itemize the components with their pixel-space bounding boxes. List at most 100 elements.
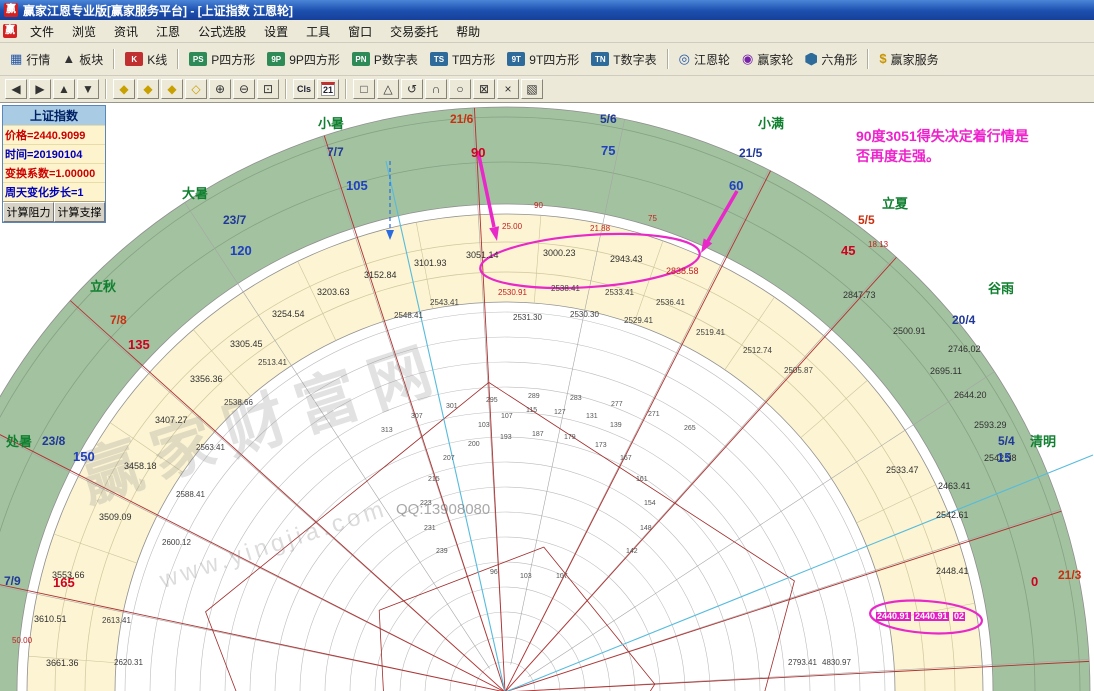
calc-support-button[interactable]: 计算支撑 xyxy=(54,202,105,222)
p-square-label: P四方形 xyxy=(211,51,255,68)
wheel-label: 5/4 xyxy=(998,435,1015,447)
gann-diamond-1-icon: ◆ xyxy=(119,82,128,96)
menu-item-3[interactable]: 江恩 xyxy=(147,21,189,42)
menu-item-7[interactable]: 窗口 xyxy=(339,21,381,42)
wheel-label: 25.00 xyxy=(502,223,522,231)
delete-tool-icon: ⊠ xyxy=(479,82,489,96)
kline-button[interactable]: KK线 xyxy=(119,47,173,72)
wheel-label: 103 xyxy=(478,422,490,429)
quotes-button[interactable]: ▦行情 xyxy=(4,47,56,72)
9t-square-button[interactable]: 9T 9T四方形 xyxy=(501,47,585,72)
wheel-label: 3509.09 xyxy=(99,513,132,522)
cls-button[interactable]: Cls xyxy=(293,79,315,99)
wheel-label: 3407.27 xyxy=(155,416,188,425)
window-titlebar[interactable]: 赢 赢家江恩专业版[赢家服务平台] - [上证指数 江恩轮] xyxy=(0,0,1094,20)
wheel-label: 2448.41 xyxy=(936,567,969,576)
gann-wheel-chart[interactable] xyxy=(0,103,1094,691)
wheel-label: 283 xyxy=(570,395,582,402)
wheel-label: 2543.41 xyxy=(430,299,459,307)
wheel-label: 223 xyxy=(420,500,432,507)
highlighted-price: 2440.91 xyxy=(876,612,911,621)
menu-item-9[interactable]: 帮助 xyxy=(447,21,489,42)
menu-bar: 赢 文件浏览资讯江恩公式选股设置工具窗口交易委托帮助 xyxy=(0,20,1094,43)
9t-square-icon: 9T xyxy=(507,52,525,66)
menu-item-8[interactable]: 交易委托 xyxy=(381,21,447,42)
gann-diamond-4-button[interactable]: ◇ xyxy=(185,79,207,99)
rotate-tool-button[interactable]: ↺ xyxy=(401,79,423,99)
9p-square-icon: 9P xyxy=(267,52,285,66)
calc-buttons: 计算阻力计算支撑 xyxy=(3,201,105,222)
gann-diamond-3-button[interactable]: ◆ xyxy=(161,79,183,99)
menu-item-6[interactable]: 工具 xyxy=(297,21,339,42)
rotate-tool-icon: ↺ xyxy=(407,82,417,96)
forward-button[interactable]: ▶ xyxy=(29,79,51,99)
filter-button[interactable]: ▼ xyxy=(77,79,99,99)
gann-diamond-2-button[interactable]: ◆ xyxy=(137,79,159,99)
wheel-label: 3203.63 xyxy=(317,288,350,297)
menu-item-4[interactable]: 公式选股 xyxy=(189,21,255,42)
gann-wheel-canvas[interactable]: 赢家财富网 www.yingjia.com QQ:13908080 907510… xyxy=(0,103,1094,691)
select-box-button[interactable]: ⊡ xyxy=(257,79,279,99)
wheel-label: 2533.41 xyxy=(605,289,634,297)
wheel-label: 45 xyxy=(841,244,855,257)
calc-resistance-button[interactable]: 计算阻力 xyxy=(3,202,54,222)
hexagon-button[interactable]: 六角形 xyxy=(799,47,863,72)
wheel-label: 2530.30 xyxy=(570,311,599,319)
wheel-label: 0 xyxy=(1031,575,1038,588)
wheel-label: 3254.54 xyxy=(272,310,305,319)
gann-wheel-button[interactable]: ◎江恩轮 xyxy=(673,47,736,72)
zoom-in-button[interactable]: ⊕ xyxy=(209,79,231,99)
wheel-label: 2512.74 xyxy=(743,347,772,355)
arc-tool-button[interactable]: ∩ xyxy=(425,79,447,99)
triangle-tool-button[interactable]: △ xyxy=(377,79,399,99)
gann-diamond-1-button[interactable]: ◆ xyxy=(113,79,135,99)
wheel-label: 2530.91 xyxy=(498,289,527,297)
winner-service-button[interactable]: $赢家服务 xyxy=(873,47,944,72)
wheel-label: 50.00 xyxy=(12,637,32,645)
rect-tool-button[interactable]: □ xyxy=(353,79,375,99)
9t-square-label: 9T四方形 xyxy=(529,51,579,68)
wheel-label: 2563.41 xyxy=(196,444,225,452)
wheel-label: 小暑 xyxy=(318,117,344,130)
wheel-label: 立夏 xyxy=(882,197,908,210)
back-icon: ◀ xyxy=(11,82,20,96)
circle-tool-icon: ○ xyxy=(456,82,463,96)
t-number-table-button[interactable]: TNT数字表 xyxy=(585,47,662,72)
menu-item-0[interactable]: 文件 xyxy=(21,21,63,42)
t-square-button[interactable]: TST四方形 xyxy=(424,47,501,72)
menu-item-2[interactable]: 资讯 xyxy=(105,21,147,42)
app-logo-icon: 赢 xyxy=(4,3,18,17)
wheel-label: 2519.41 xyxy=(696,329,725,337)
pattern-tool-button[interactable]: ▧ xyxy=(521,79,543,99)
cross-tool-button[interactable]: × xyxy=(497,79,519,99)
9p-square-button[interactable]: 9P9P四方形 xyxy=(261,47,346,72)
sectors-button[interactable]: ▲板块 xyxy=(56,47,109,72)
p-square-button[interactable]: PSP四方形 xyxy=(183,47,261,72)
wheel-label: 75 xyxy=(648,215,657,223)
wheel-label: 21/3 xyxy=(1058,569,1081,581)
toolbar-separator xyxy=(345,79,347,99)
wheel-label: 2538.41 xyxy=(551,285,580,293)
wheel-label: 21/6 xyxy=(450,113,473,125)
circle-tool-button[interactable]: ○ xyxy=(449,79,471,99)
winner-wheel-button[interactable]: ◉赢家轮 xyxy=(736,47,799,72)
wheel-label: 2644.20 xyxy=(954,391,987,400)
p-number-table-button[interactable]: PNP数字表 xyxy=(346,47,424,72)
main-toolbar: ▦行情▲板块 KK线 PSP四方形9P9P四方形PNP数字表TST四方形 9T 9T四方… xyxy=(0,43,1094,76)
winner-wheel-label: 赢家轮 xyxy=(757,51,793,68)
menu-item-1[interactable]: 浏览 xyxy=(63,21,105,42)
calendar-button[interactable]: 21 xyxy=(317,79,339,99)
toolbar-separator xyxy=(667,49,669,69)
wheel-label: 2838.58 xyxy=(666,267,699,276)
pointer-button[interactable]: ▲ xyxy=(53,79,75,99)
back-button[interactable]: ◀ xyxy=(5,79,27,99)
wheel-label: 21.88 xyxy=(590,225,610,233)
delete-tool-button[interactable]: ⊠ xyxy=(473,79,495,99)
wheel-label: 131 xyxy=(586,413,598,420)
wheel-label: 2600.12 xyxy=(162,539,191,547)
menu-item-5[interactable]: 设置 xyxy=(255,21,297,42)
zoom-out-button[interactable]: ⊖ xyxy=(233,79,255,99)
toolbar-separator xyxy=(867,49,869,69)
toolbar-separator xyxy=(285,79,287,99)
wheel-label: 90 xyxy=(471,146,485,159)
